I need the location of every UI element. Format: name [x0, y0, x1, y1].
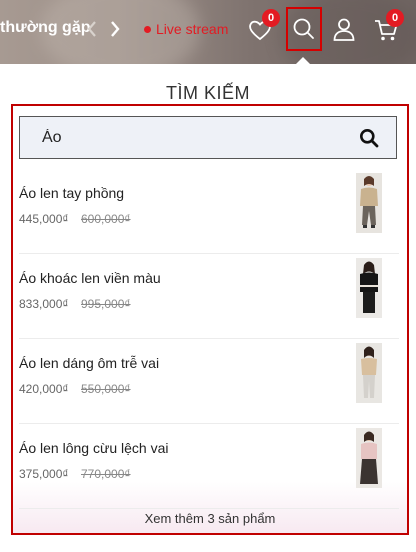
search-result-item[interactable]: Áo len tay phồng 445,000₫ 600,000₫ — [19, 169, 399, 254]
see-more-link[interactable]: Xem thêm 3 sản phẩm — [13, 511, 407, 526]
product-name[interactable]: Áo khoác len viền màu — [19, 270, 161, 286]
search-icon — [293, 18, 314, 39]
product-price: 420,000₫ — [19, 382, 69, 396]
search-result-item[interactable]: Áo len lông cừu lệch vai 375,000₫ 770,00… — [19, 424, 399, 509]
nav-prev-arrow-icon[interactable] — [84, 19, 100, 39]
nav-next-arrow-icon[interactable] — [107, 19, 123, 39]
user-account-icon[interactable] — [331, 16, 357, 42]
live-stream-link[interactable]: Live stream — [144, 20, 228, 38]
product-thumbnail[interactable] — [356, 258, 382, 318]
product-old-price: 995,000₫ — [81, 297, 131, 311]
search-input[interactable] — [20, 117, 350, 158]
product-old-price: 550,000₫ — [81, 382, 131, 396]
search-result-item[interactable]: Áo len dáng ôm trễ vai 420,000₫ 550,000₫ — [19, 339, 399, 424]
product-thumbnail[interactable] — [356, 173, 382, 233]
product-name[interactable]: Áo len tay phồng — [19, 185, 124, 201]
product-thumbnail[interactable] — [356, 428, 382, 488]
search-panel: Áo len tay phồng 445,000₫ 600,000₫ Áo kh… — [11, 104, 409, 535]
product-old-price: 600,000₫ — [81, 212, 131, 226]
site-header: thường gặp Live stream 0 0 — [0, 0, 416, 64]
product-name[interactable]: Áo len dáng ôm trễ vai — [19, 355, 159, 371]
product-price: 833,000₫ — [19, 297, 69, 311]
live-dot-icon — [144, 25, 151, 33]
search-results-list: Áo len tay phồng 445,000₫ 600,000₫ Áo kh… — [19, 169, 399, 509]
product-old-price: 770,000₫ — [81, 467, 131, 481]
wishlist-count-badge: 0 — [262, 9, 280, 27]
live-stream-label: Live stream — [156, 21, 229, 37]
search-result-item[interactable]: Áo khoác len viền màu 833,000₫ 995,000₫ — [19, 254, 399, 339]
header-search-button[interactable] — [286, 7, 322, 51]
product-thumbnail[interactable] — [356, 343, 382, 403]
nav-faq-link[interactable]: thường gặp — [0, 19, 91, 37]
search-box — [19, 116, 397, 159]
search-submit-icon[interactable] — [359, 128, 379, 148]
product-price: 445,000₫ — [19, 212, 69, 226]
product-name[interactable]: Áo len lông cừu lệch vai — [19, 440, 168, 456]
dropdown-pointer — [294, 57, 312, 64]
search-panel-title: TÌM KIẾM — [166, 83, 250, 103]
product-price: 375,000₫ — [19, 467, 69, 481]
cart-count-badge: 0 — [386, 9, 404, 27]
